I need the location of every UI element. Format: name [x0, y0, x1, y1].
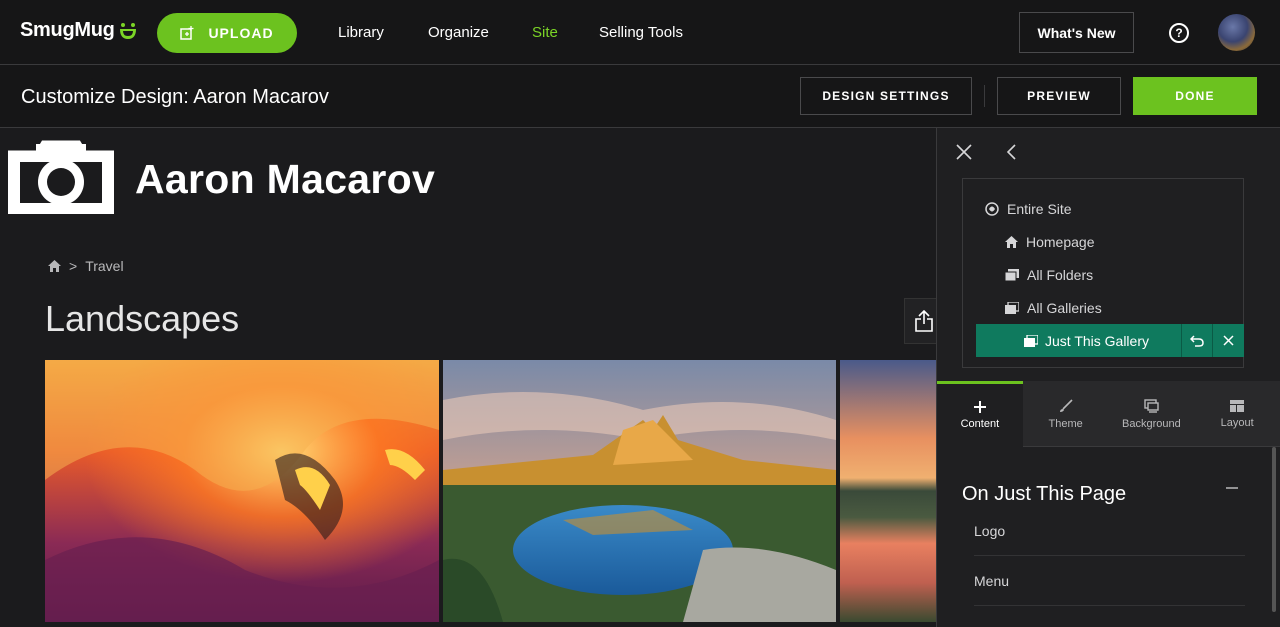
galleries-icon	[1005, 302, 1019, 314]
whats-new-button[interactable]: What's New	[1019, 12, 1134, 53]
folders-icon	[1005, 269, 1019, 281]
remove-override-button[interactable]	[1213, 324, 1244, 357]
gallery-icon	[1024, 334, 1038, 347]
scope-all-galleries[interactable]: All Galleries	[1005, 300, 1102, 316]
breadcrumb: > Travel	[48, 258, 124, 274]
design-settings-button[interactable]: DESIGN SETTINGS	[800, 77, 972, 115]
scope-just-this-gallery-label: Just This Gallery	[1045, 332, 1149, 349]
camera-logo-icon[interactable]	[8, 140, 114, 214]
nav-organize[interactable]: Organize	[428, 24, 489, 41]
close-icon	[1223, 335, 1234, 346]
scope-all-galleries-label: All Galleries	[1027, 300, 1102, 316]
preview-button[interactable]: PREVIEW	[997, 77, 1121, 115]
fingerprint-icon	[985, 202, 999, 216]
smugmug-logo[interactable]: SmugMug	[20, 19, 138, 42]
tab-background[interactable]: Background	[1109, 381, 1195, 447]
breadcrumb-travel[interactable]: Travel	[85, 258, 123, 274]
customize-panel: Entire Site Homepage All Folders All Gal…	[936, 128, 1280, 627]
home-icon[interactable]	[48, 260, 61, 272]
plus-icon	[973, 401, 986, 413]
layout-icon	[1230, 399, 1245, 412]
scope-all-folders[interactable]: All Folders	[1005, 267, 1093, 283]
tab-layout[interactable]: Layout	[1194, 381, 1280, 447]
undo-icon	[1190, 334, 1204, 347]
scope-entire-site-label: Entire Site	[1007, 201, 1072, 217]
share-icon	[915, 310, 933, 332]
scope-all-folders-label: All Folders	[1027, 267, 1094, 283]
content-item-logo[interactable]: Logo	[974, 506, 1245, 556]
toolbar-divider	[984, 85, 985, 107]
customize-toolbar: Customize Design: Aaron Macarov DESIGN S…	[0, 65, 1280, 128]
panel-tabs: Content Theme Background Layout	[937, 381, 1280, 447]
nav-site[interactable]: Site	[532, 24, 558, 41]
gallery-photo-lava[interactable]	[45, 360, 439, 622]
brush-icon	[1059, 398, 1073, 412]
gallery-title: Landscapes	[45, 298, 240, 339]
collapse-icon[interactable]	[1225, 481, 1239, 495]
tab-content[interactable]: Content	[937, 381, 1023, 447]
close-icon[interactable]	[954, 142, 974, 162]
tab-theme[interactable]: Theme	[1023, 381, 1109, 447]
scope-just-this-gallery-main[interactable]: Just This Gallery	[976, 324, 1182, 357]
tab-content-label: Content	[960, 418, 1000, 430]
upload-label: UPLOAD	[208, 25, 274, 41]
help-icon[interactable]: ?	[1169, 23, 1189, 43]
smile-logo-icon	[119, 22, 136, 39]
scope-homepage-label: Homepage	[1026, 234, 1095, 250]
scope-just-this-gallery[interactable]: Just This Gallery	[976, 324, 1244, 357]
nav-library[interactable]: Library	[338, 24, 384, 41]
done-button[interactable]: DONE	[1133, 77, 1257, 115]
site-preview: Aaron Macarov > Travel Landscapes	[0, 128, 936, 627]
undo-button[interactable]	[1182, 324, 1213, 357]
top-nav: SmugMug UPLOAD Library Organize Site Sel…	[0, 0, 1280, 65]
page-title: Customize Design: Aaron Macarov	[21, 86, 329, 108]
tab-layout-label: Layout	[1220, 416, 1254, 429]
share-button[interactable]	[904, 298, 936, 344]
upload-icon	[180, 26, 194, 40]
site-name[interactable]: Aaron Macarov	[135, 156, 435, 203]
avatar[interactable]	[1218, 14, 1255, 51]
tab-background-label: Background	[1122, 417, 1181, 430]
gallery-photo-sunset[interactable]	[840, 360, 936, 622]
scope-homepage[interactable]: Homepage	[1005, 234, 1095, 250]
tab-theme-label: Theme	[1048, 417, 1083, 430]
section-title: On Just This Page	[962, 483, 1127, 505]
home-icon	[1005, 236, 1018, 248]
monitor-icon	[1144, 398, 1159, 413]
scope-selector: Entire Site Homepage All Folders All Gal…	[962, 178, 1244, 368]
nav-selling-tools[interactable]: Selling Tools	[599, 24, 683, 41]
breadcrumb-separator: >	[69, 258, 78, 274]
panel-scrollbar[interactable]	[1272, 447, 1276, 612]
content-item-menu[interactable]: Menu	[974, 556, 1245, 606]
back-chevron-icon[interactable]	[1004, 142, 1020, 162]
gallery-photo-mountain-lake[interactable]	[443, 360, 836, 622]
upload-button[interactable]: UPLOAD	[157, 13, 297, 53]
brand-name: SmugMug	[20, 19, 115, 41]
scope-entire-site[interactable]: Entire Site	[985, 201, 1072, 217]
